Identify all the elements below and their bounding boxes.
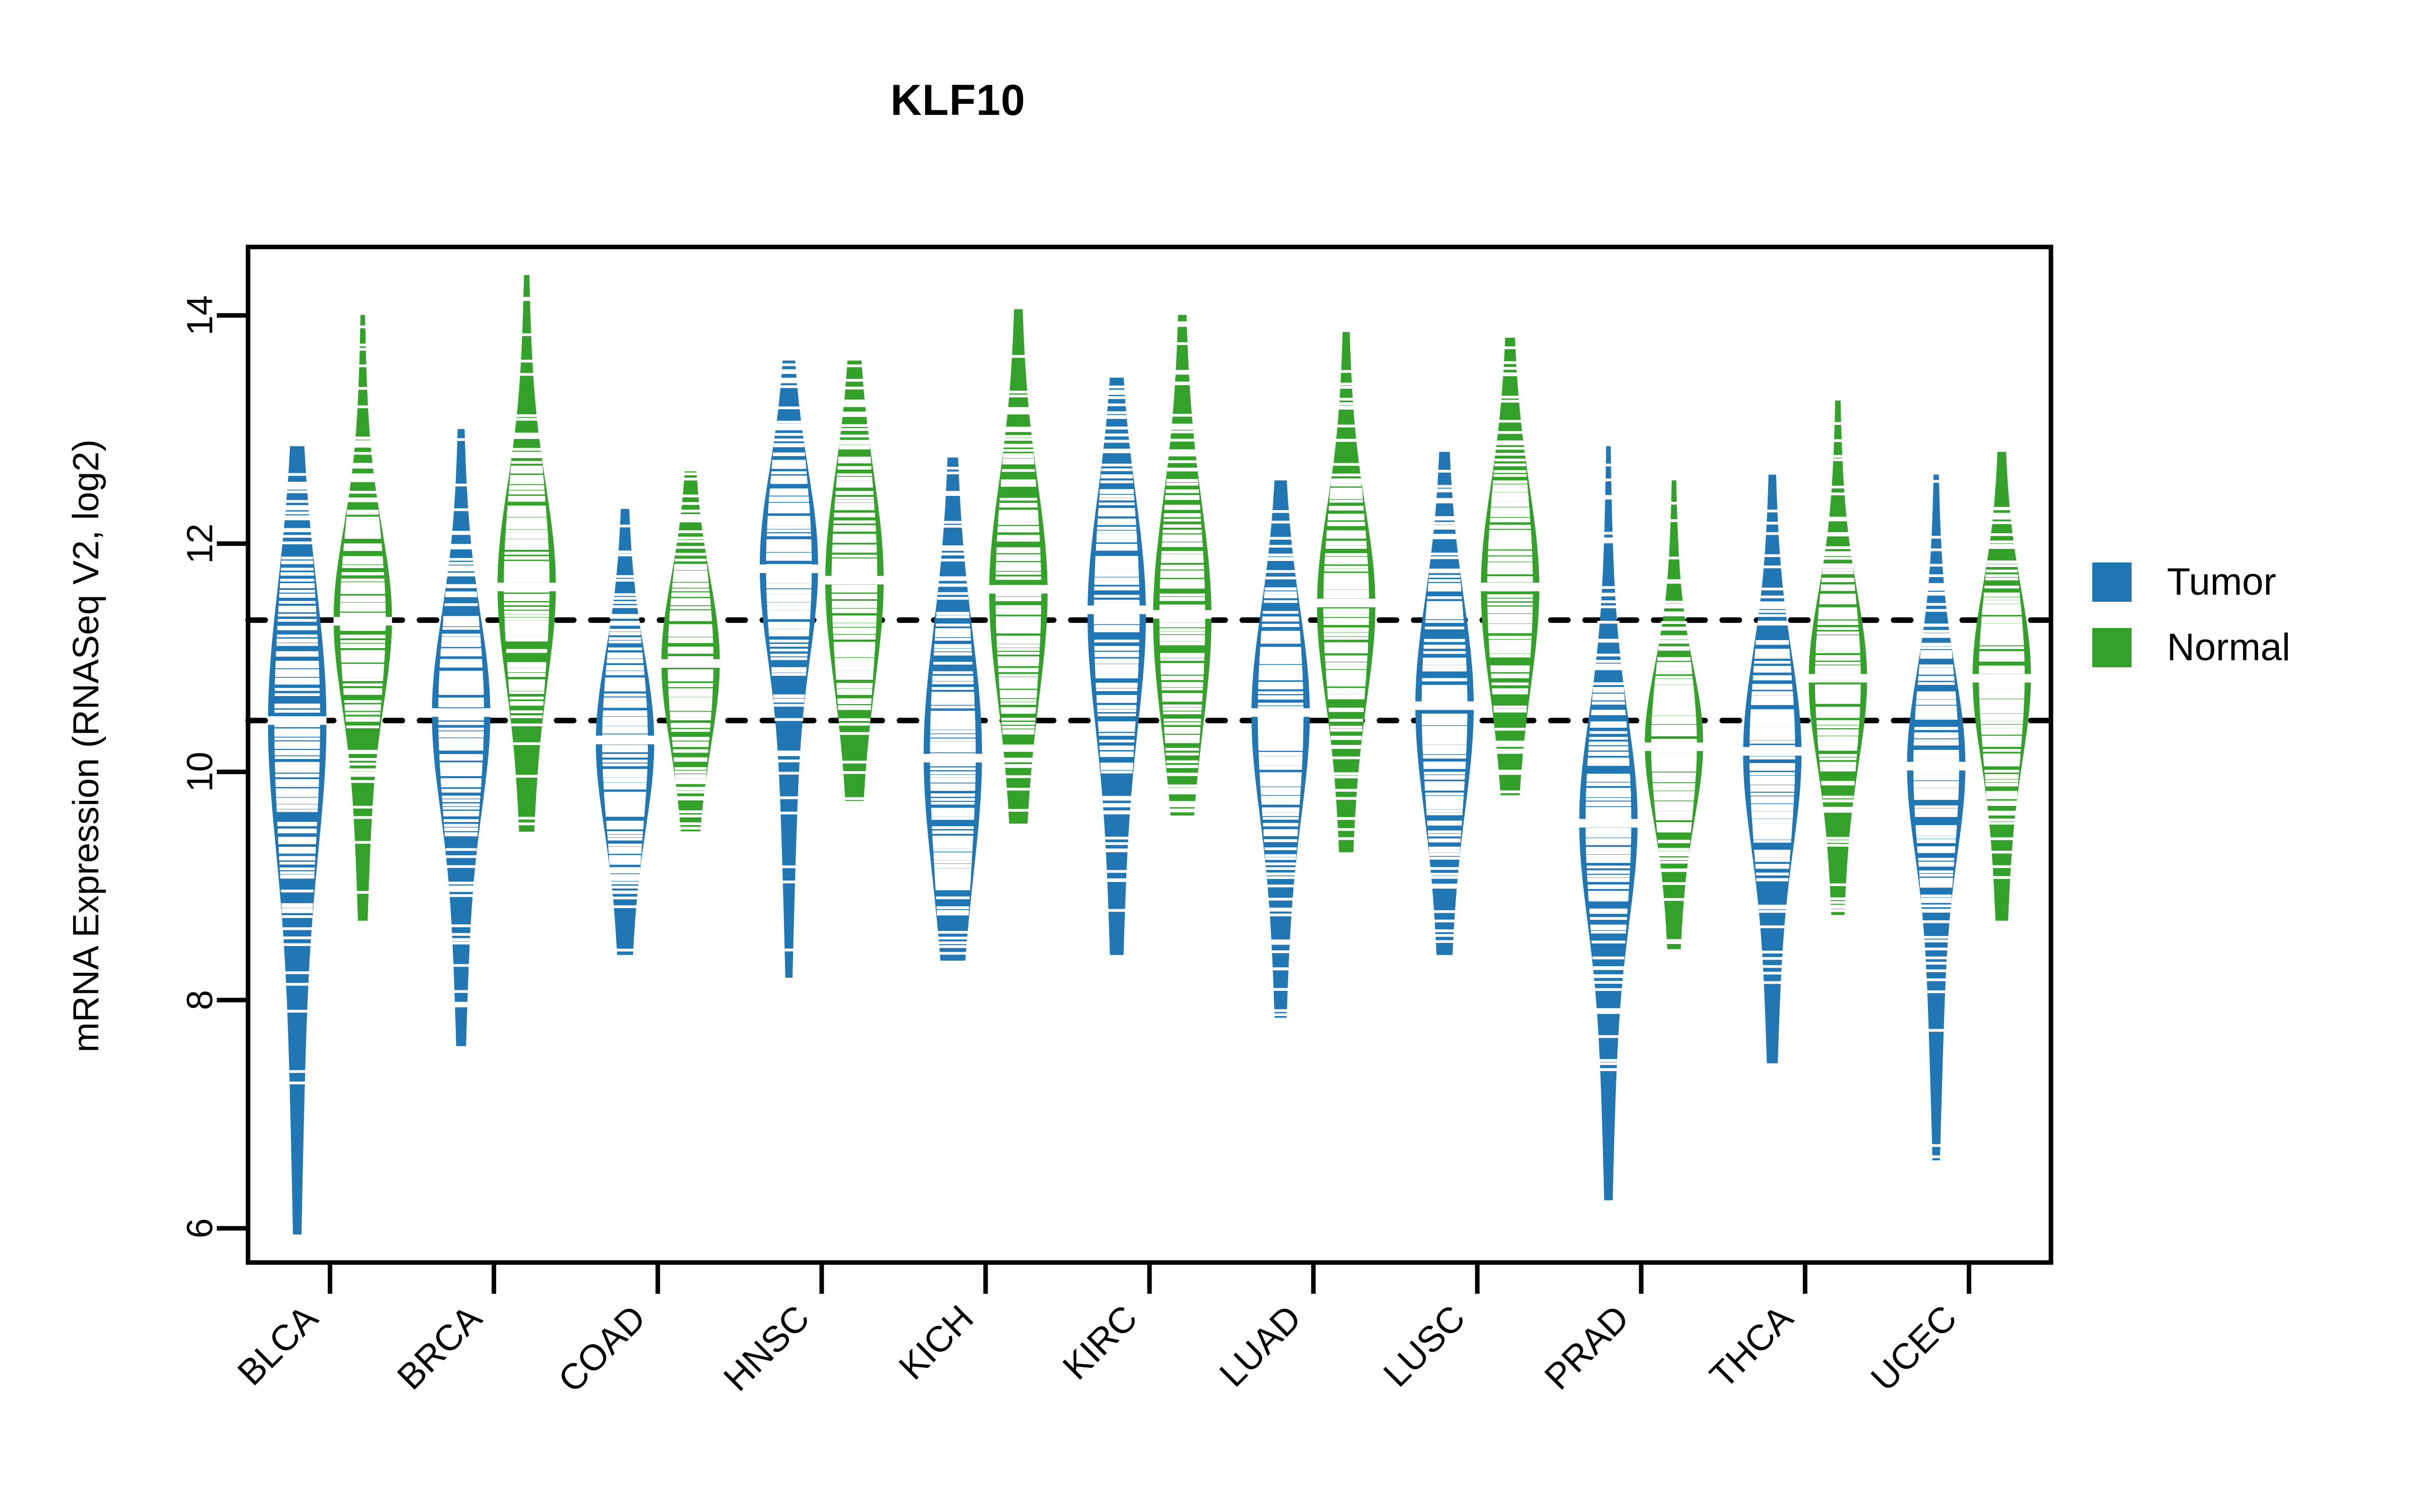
legend-label-tumor: Tumor	[2167, 560, 2276, 603]
x-tick-label-HNSC[interactable]: HNSC	[716, 1298, 817, 1399]
x-tick-label-THCA[interactable]: THCA	[1703, 1298, 1801, 1396]
legend-item-tumor[interactable]: Tumor	[2092, 549, 2290, 615]
x-tick-label-LUAD[interactable]: LUAD	[1212, 1298, 1309, 1395]
x-tick-label-KICH[interactable]: KICH	[891, 1298, 981, 1388]
y-tick-label-10: 10	[180, 751, 220, 792]
x-tick-label-COAD[interactable]: COAD	[551, 1298, 653, 1401]
y-tick-label-12: 12	[180, 524, 220, 564]
legend-swatch-normal	[2092, 628, 2132, 667]
y-tick-label-8: 8	[180, 990, 220, 1010]
legend: Tumor Normal	[2092, 549, 2290, 680]
x-tick-label-UCEC[interactable]: UCEC	[1863, 1298, 1965, 1399]
legend-swatch-tumor	[2092, 562, 2132, 602]
legend-item-normal[interactable]: Normal	[2092, 615, 2290, 680]
x-tick-label-PRAD[interactable]: PRAD	[1537, 1298, 1637, 1398]
x-tick-label-KIRC[interactable]: KIRC	[1055, 1298, 1145, 1388]
x-tick-label-BRCA[interactable]: BRCA	[390, 1298, 490, 1398]
x-tick-label-LUSC[interactable]: LUSC	[1376, 1298, 1473, 1395]
legend-label-normal: Normal	[2167, 626, 2290, 669]
y-tick-label-14: 14	[180, 295, 220, 336]
beanplot-canvas: 6 8 10 12 14 BLCA BRCA COAD HNSC KICH KIRC LUAD LUSC…	[180, 244, 2054, 1401]
y-tick-label-6: 6	[180, 1218, 220, 1238]
chart-page: KLF10 mRNA Expression (RNASeq V2, log2) …	[0, 0, 2420, 1512]
x-tick-label-BLCA[interactable]: BLCA	[230, 1298, 326, 1394]
